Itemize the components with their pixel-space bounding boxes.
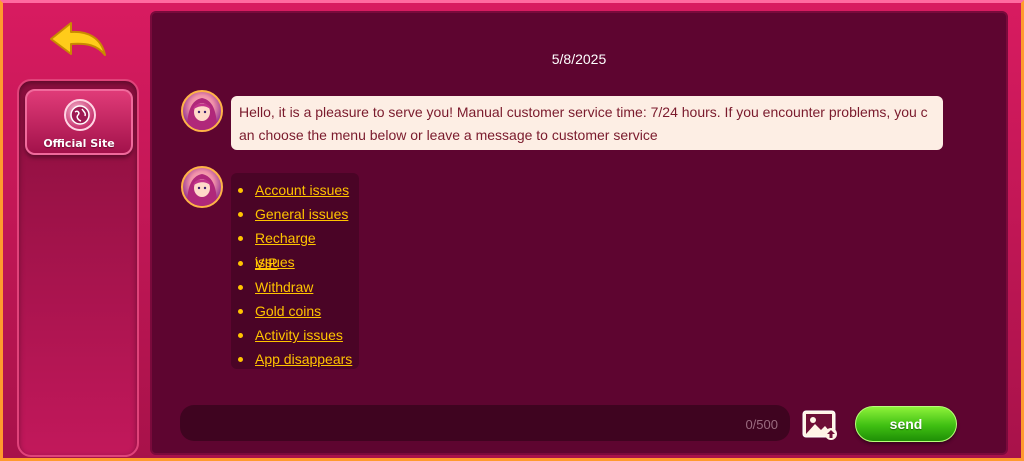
menu-link[interactable]: Account issues bbox=[255, 182, 349, 198]
image-upload-icon bbox=[802, 410, 837, 440]
welcome-message: Hello, it is a pleasure to serve you! Ma… bbox=[231, 96, 943, 150]
chat-date: 5/8/2025 bbox=[551, 51, 607, 67]
menu-item-recharge-issues: Recharge issues bbox=[231, 226, 359, 270]
sidebar-item-official-site[interactable]: Official Site bbox=[25, 89, 133, 155]
image-upload-button[interactable] bbox=[802, 409, 838, 441]
agent-avatar bbox=[181, 90, 223, 132]
menu-link[interactable]: Gold coins bbox=[255, 303, 321, 319]
menu-link[interactable]: Activity issues bbox=[255, 327, 343, 343]
help-menu: Account issues General issues Recharge i… bbox=[231, 173, 359, 369]
menu-link[interactable]: Withdraw bbox=[255, 279, 313, 295]
send-button[interactable]: send bbox=[855, 406, 957, 442]
back-button[interactable] bbox=[47, 19, 109, 63]
menu-item-general-issues: General issues bbox=[231, 202, 359, 226]
agent-avatar bbox=[181, 166, 223, 208]
menu-item-activity-issues: Activity issues bbox=[231, 323, 359, 347]
menu-item-withdraw: Withdraw bbox=[231, 275, 359, 299]
message-input[interactable]: 0/500 bbox=[180, 405, 790, 441]
back-arrow-icon bbox=[50, 22, 106, 56]
menu-item-gold-coins: Gold coins bbox=[231, 299, 359, 323]
chat-panel: 5/8/2025 Hello, it is a pleasure to serv… bbox=[150, 11, 1008, 455]
menu-link[interactable]: General issues bbox=[255, 206, 348, 222]
menu-item-account-issues: Account issues bbox=[231, 178, 359, 202]
globe-icon bbox=[64, 99, 96, 131]
menu-item-app-disappears: App disappears bbox=[231, 347, 359, 371]
app-frame: Official Site 5/8/2025 Hello, it is a pl… bbox=[0, 0, 1024, 461]
menu-item-vip: VIP bbox=[231, 251, 359, 275]
menu-link[interactable]: VIP bbox=[255, 255, 278, 271]
menu-link[interactable]: App disappears bbox=[255, 351, 352, 367]
sidebar-item-label: Official Site bbox=[43, 137, 115, 150]
sidebar: Official Site bbox=[17, 79, 139, 457]
char-counter: 0/500 bbox=[745, 417, 778, 432]
